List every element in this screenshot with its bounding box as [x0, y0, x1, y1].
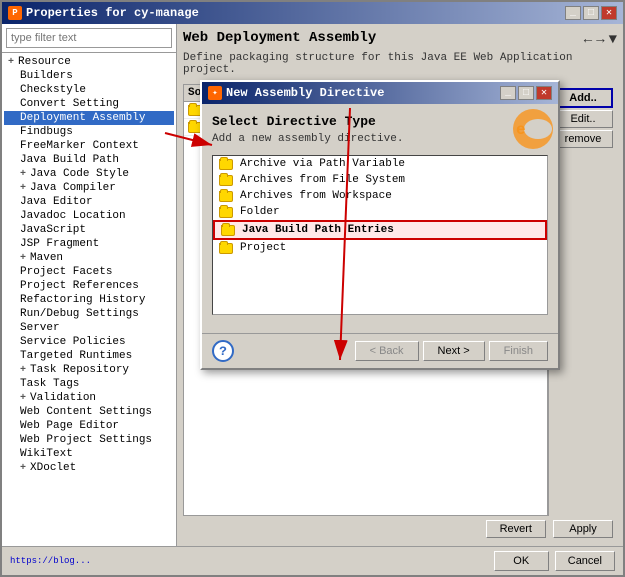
modal-minimize-btn[interactable]: _ [500, 86, 516, 100]
modal-close-btn[interactable]: ✕ [536, 86, 552, 100]
folder-icon [219, 191, 233, 202]
modal-title-buttons: _ □ ✕ [500, 86, 552, 100]
help-button[interactable]: ? [212, 340, 234, 362]
folder-icon [219, 243, 233, 254]
directive-label: Java Build Path Entries [242, 224, 394, 236]
back-button[interactable]: < Back [355, 341, 419, 361]
modal-logo-area: e [508, 104, 558, 154]
modal-window: ✦ New Assembly Directive _ □ ✕ e [200, 80, 560, 370]
modal-footer: ? < Back Next > Finish [202, 333, 558, 368]
directive-archive-file[interactable]: Archives from File System [213, 172, 547, 188]
modal-title: New Assembly Directive [226, 86, 384, 100]
directive-list: Archive via Path Variable Archives from … [212, 155, 548, 315]
modal-nav-buttons: < Back Next > Finish [355, 341, 548, 361]
main-window: P Properties for cy-manage _ □ ✕ Resourc… [0, 0, 625, 577]
modal-section-title: Select Directive Type [212, 114, 548, 129]
next-button[interactable]: Next > [423, 341, 485, 361]
directive-label: Archive via Path Variable [240, 158, 405, 170]
folder-icon [221, 225, 235, 236]
finish-button[interactable]: Finish [489, 341, 548, 361]
modal-title-left: ✦ New Assembly Directive [208, 86, 384, 100]
folder-icon [219, 175, 233, 186]
modal-title-bar: ✦ New Assembly Directive _ □ ✕ [202, 82, 558, 104]
modal-icon: ✦ [208, 86, 222, 100]
directive-java-build-path[interactable]: Java Build Path Entries [213, 220, 547, 240]
modal-description: Add a new assembly directive. [212, 133, 548, 145]
svg-text:e: e [516, 121, 526, 139]
directive-label: Project [240, 242, 286, 254]
modal-body: e Select Directive Type Add a new assemb… [202, 104, 558, 333]
directive-label: Archives from File System [240, 174, 405, 186]
directive-label: Archives from Workspace [240, 190, 392, 202]
directive-archive-path[interactable]: Archive via Path Variable [213, 156, 547, 172]
directive-project[interactable]: Project [213, 240, 547, 256]
directive-folder[interactable]: Folder [213, 204, 547, 220]
folder-icon [219, 207, 233, 218]
modal-overlay: ✦ New Assembly Directive _ □ ✕ e [0, 0, 625, 577]
folder-icon [219, 159, 233, 170]
directive-label: Folder [240, 206, 280, 218]
directive-archive-workspace[interactable]: Archives from Workspace [213, 188, 547, 204]
eclipse-logo-icon: e [508, 104, 558, 154]
modal-maximize-btn[interactable]: □ [518, 86, 534, 100]
